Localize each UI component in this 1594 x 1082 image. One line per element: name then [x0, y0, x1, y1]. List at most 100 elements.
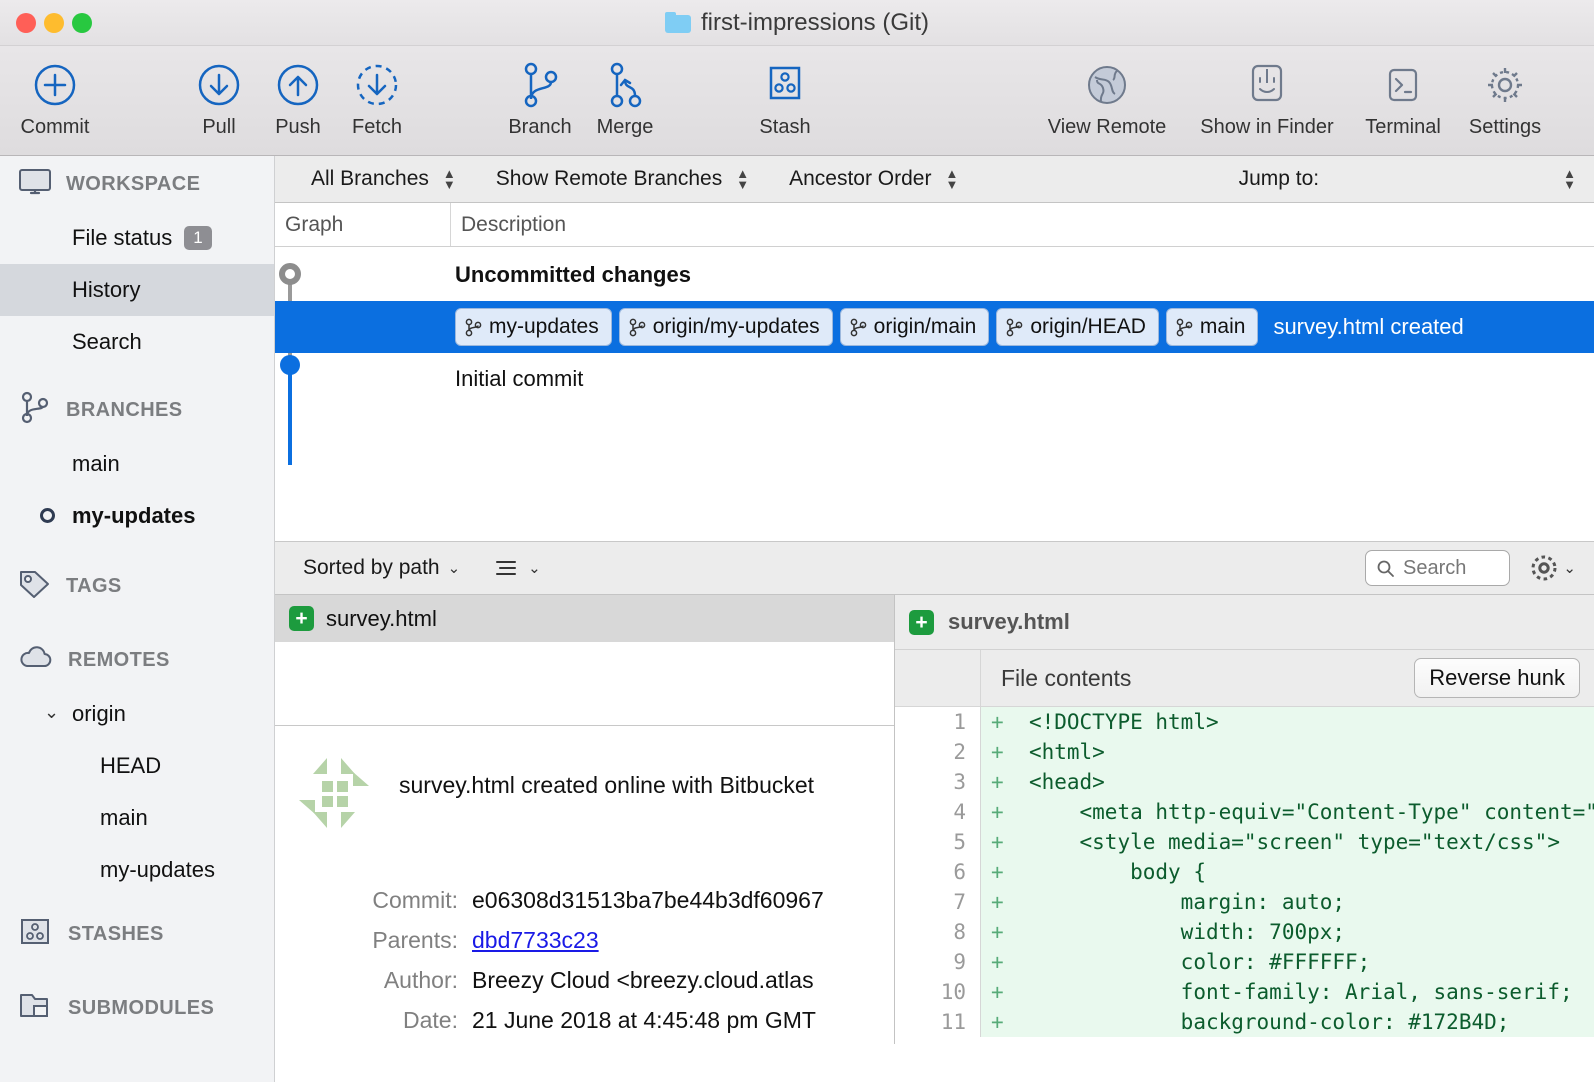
sidebar-item-remote-origin[interactable]: origin	[0, 688, 274, 740]
view-remote-button[interactable]: View Remote	[1062, 56, 1152, 139]
diff-line: 5+ <style media="screen" type="text/css"…	[895, 827, 1594, 857]
sidebar-item-search[interactable]: Search	[0, 316, 274, 368]
close-button[interactable]	[16, 13, 36, 33]
stash-label: Stash	[759, 116, 810, 139]
sidebar-section-workspace: WORKSPACE	[0, 156, 274, 212]
title-bar: first-impressions (Git)	[0, 0, 1594, 46]
show-in-finder-button[interactable]: Show in Finder	[1222, 56, 1312, 139]
diff-line-text: + <style media="screen" type="text/css">	[981, 827, 1594, 857]
reverse-hunk-button[interactable]: Reverse hunk	[1414, 658, 1580, 698]
diff-line-number: 11	[895, 1007, 981, 1037]
commit-field-key: Author:	[275, 967, 472, 994]
remote-filter-dropdown[interactable]: Show Remote Branches ▲▼	[496, 167, 749, 191]
sidebar-item-history[interactable]: History	[0, 264, 274, 316]
ref-label-main[interactable]: main	[1166, 308, 1259, 346]
sort-dropdown[interactable]: Sorted by path ⌄	[303, 556, 460, 580]
diff-line-text: + <html>	[981, 737, 1594, 767]
commit-button[interactable]: Commit	[10, 56, 100, 139]
commit-row-description: survey.html created	[1273, 314, 1463, 340]
diff-line-text: + <!DOCTYPE html>	[981, 707, 1594, 737]
sidebar[interactable]: WORKSPACE File status 1 History Search B…	[0, 156, 275, 1082]
sidebar-item-remote-head[interactable]: HEAD	[0, 740, 274, 792]
commit-row-selected[interactable]: my-updates origin/my-updates origin/main…	[275, 301, 1594, 353]
sidebar-item-remote-origin-wrap: ⌄ origin	[0, 688, 274, 740]
sidebar-section-label-branches: BRANCHES	[66, 399, 183, 422]
window-title-group: first-impressions (Git)	[0, 9, 1594, 37]
file-settings-button[interactable]: ⌄	[1529, 553, 1576, 583]
chevron-down-icon[interactable]: ⌄	[44, 702, 59, 723]
sidebar-section-branches: BRANCHES	[0, 382, 274, 438]
branch-filter-dropdown[interactable]: All Branches ▲▼	[311, 167, 456, 191]
sidebar-item-label-file-status: File status	[72, 225, 172, 251]
parent-hash-link[interactable]: dbd7733c23	[472, 927, 599, 953]
jump-to-label: Jump to:	[1239, 167, 1320, 191]
settings-label: Settings	[1469, 116, 1541, 139]
diff-line-number: 4	[895, 797, 981, 827]
commit-field-value: e06308d31513ba7be44b3df60967	[472, 887, 824, 914]
ref-label-origin-head[interactable]: origin/HEAD	[996, 308, 1159, 346]
submodule-icon	[18, 991, 54, 1026]
commit-graph-panel[interactable]: Uncommitted changes my-updates origin/my…	[275, 247, 1594, 541]
cloud-icon	[18, 645, 54, 676]
push-button[interactable]: Push	[253, 56, 343, 139]
order-filter-dropdown[interactable]: Ancestor Order ▲▼	[789, 167, 958, 191]
view-mode-dropdown[interactable]: ⌄	[494, 558, 541, 578]
branch-button[interactable]: Branch	[495, 56, 585, 139]
minimize-button[interactable]	[44, 13, 64, 33]
commit-plus-circle-icon	[31, 56, 79, 114]
pull-label: Pull	[202, 116, 235, 139]
commit-field-commit: Commit: e06308d31513ba7be44b3df60967	[275, 880, 894, 920]
diff-code-area[interactable]: 1+ <!DOCTYPE html> 2+ <html> 3+ <head> 4…	[895, 707, 1594, 1044]
push-label: Push	[275, 116, 321, 139]
sidebar-item-label-remote-origin: origin	[72, 701, 126, 727]
finder-icon	[1245, 56, 1289, 114]
settings-button[interactable]: Settings	[1460, 56, 1550, 139]
diff-line: 9+ color: #FFFFFF;	[895, 947, 1594, 977]
sidebar-item-label-history: History	[72, 277, 140, 303]
commit-field-parents: Parents: dbd7733c23	[275, 920, 894, 960]
commit-row-uncommitted[interactable]: Uncommitted changes	[275, 249, 1594, 301]
ref-label-origin-main[interactable]: origin/main	[840, 308, 990, 346]
jump-to-dropdown[interactable]: Jump to: ▲▼	[1239, 167, 1576, 191]
pull-down-arrow-circle-icon	[195, 56, 243, 114]
sidebar-item-remote-main[interactable]: main	[0, 792, 274, 844]
ref-label-text: origin/HEAD	[1030, 315, 1146, 339]
sidebar-item-branch-main-wrap: main	[0, 438, 274, 490]
monitor-icon	[18, 168, 52, 201]
maximize-button[interactable]	[72, 13, 92, 33]
file-list-item[interactable]: + survey.html	[275, 595, 894, 642]
fetch-button[interactable]: Fetch	[332, 56, 422, 139]
ref-label-origin-my-updates[interactable]: origin/my-updates	[619, 308, 833, 346]
branch-small-icon	[1006, 318, 1023, 337]
diff-hunk-header: File contents Reverse hunk	[895, 650, 1594, 707]
diff-line: 4+ <meta http-equiv="Content-Type" conte…	[895, 797, 1594, 827]
push-up-arrow-circle-icon	[274, 56, 322, 114]
globe-icon	[1083, 56, 1131, 114]
commit-detail-header: survey.html created online with Bitbucke…	[275, 750, 894, 836]
chevron-updown-icon: ▲▼	[443, 169, 456, 189]
sidebar-item-label-remote-main: main	[100, 805, 148, 831]
diff-line-text: + margin: auto;	[981, 887, 1594, 917]
ref-label-text: my-updates	[489, 315, 599, 339]
terminal-button[interactable]: Terminal	[1358, 56, 1448, 139]
file-toolbar-left: Sorted by path ⌄ ⌄	[275, 556, 541, 580]
ref-label-my-updates[interactable]: my-updates	[455, 308, 612, 346]
chevron-down-icon: ⌄	[448, 559, 461, 577]
diff-line-number: 6	[895, 857, 981, 887]
diff-line-number: 2	[895, 737, 981, 767]
sidebar-section-label-submodules: SUBMODULES	[68, 997, 214, 1020]
sidebar-item-file-status[interactable]: File status 1	[0, 212, 274, 264]
commit-row-initial[interactable]: Initial commit	[275, 353, 1594, 405]
branch-icon	[18, 390, 52, 431]
diff-line-number: 5	[895, 827, 981, 857]
current-branch-dot-icon	[40, 508, 55, 523]
branch-small-icon	[850, 318, 867, 337]
window-title: first-impressions (Git)	[701, 9, 929, 37]
reverse-hunk-label: Reverse hunk	[1429, 665, 1565, 691]
stash-button[interactable]: Stash	[740, 56, 830, 139]
search-input[interactable]: Search	[1365, 550, 1510, 586]
merge-button[interactable]: Merge	[580, 56, 670, 139]
sidebar-item-remote-my-updates[interactable]: my-updates	[0, 844, 274, 896]
pull-button[interactable]: Pull	[174, 56, 264, 139]
sidebar-item-branch-main[interactable]: main	[0, 438, 274, 490]
